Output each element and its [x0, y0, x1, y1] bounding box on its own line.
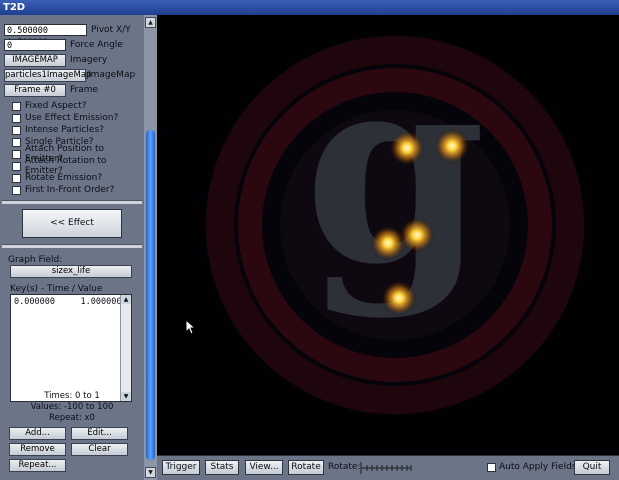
view-button[interactable]: View... — [245, 460, 283, 475]
panel-scrollbar[interactable]: ▲ ▼ — [144, 15, 157, 480]
force-angle-label: Force Angle — [70, 40, 123, 50]
checkbox[interactable] — [12, 161, 21, 171]
scroll-down-icon[interactable]: ▼ — [145, 467, 156, 478]
add-button[interactable]: Add... — [9, 427, 66, 440]
edit-button[interactable]: Edit... — [71, 427, 128, 440]
imagemap-row: particles1ImageMap ImageMap — [4, 68, 135, 82]
checkbox-first-in-front[interactable]: First In-Front Order? — [12, 184, 114, 196]
keys-label-text: Key(s) - Time / Value — [10, 284, 103, 294]
frame-label: Frame — [70, 85, 99, 95]
pivot-label: Pivot X/Y — [91, 25, 131, 35]
scroll-up-icon[interactable]: ▲ — [121, 295, 131, 304]
rotate-label: Rotate: — [328, 462, 361, 472]
imagemap-label: ImageMap — [88, 70, 136, 80]
imagery-row: IMAGEMAP Imagery — [4, 53, 107, 67]
checkbox-attach-rotation[interactable]: Attach Rotation to Emitter? — [12, 156, 144, 176]
graph-field-button[interactable]: sizex_life — [10, 265, 132, 278]
checkbox-label: First In-Front Order? — [25, 185, 115, 195]
pivot-input[interactable]: 0.500000 0.500000 — [4, 24, 87, 48]
scroll-up-icon[interactable]: ▲ — [145, 17, 156, 28]
window-title: T2D — [3, 2, 26, 13]
properties-panel: 0.500000 0.500000 Pivot X/Y 0 Force Angl… — [0, 15, 144, 480]
pivot-row: 0.500000 0.500000 Pivot X/Y — [4, 23, 131, 48]
watermark-glyph: g — [304, 17, 486, 322]
particle — [381, 280, 417, 316]
checkbox-label: Rotate Emission? — [25, 173, 103, 183]
graph-field-label-text: Graph Field: — [8, 255, 63, 265]
times-info: Times: 0 to 1 — [44, 391, 100, 401]
force-angle-input[interactable]: 0 — [4, 39, 66, 51]
checkbox-use-effect-emission[interactable]: Use Effect Emission? — [12, 112, 118, 124]
divider — [2, 200, 142, 204]
scrollbar-thumb[interactable] — [146, 130, 155, 460]
clear-button[interactable]: Clear — [71, 443, 128, 456]
quit-button[interactable]: Quit — [574, 460, 610, 475]
force-angle-row: 0 Force Angle — [4, 38, 123, 52]
keys-list[interactable]: 0.000000 1.000000 ▲ ▼ — [10, 294, 132, 402]
particle — [399, 217, 435, 253]
checkbox-intense-particles[interactable]: Intense Particles? — [12, 124, 104, 136]
imagery-button[interactable]: IMAGEMAP — [4, 53, 66, 67]
checkbox-fixed-aspect[interactable]: Fixed Aspect? — [12, 100, 87, 112]
keys-scrollbar[interactable]: ▲ ▼ — [120, 295, 131, 401]
particle — [389, 130, 425, 166]
rotate-slider[interactable] — [360, 462, 412, 474]
checkbox[interactable] — [12, 173, 21, 183]
particle-viewport[interactable]: g — [157, 15, 619, 455]
imagery-label: Imagery — [70, 55, 108, 65]
auto-apply-label: Auto Apply Fields? — [499, 462, 582, 472]
checkbox[interactable] — [12, 149, 21, 159]
frame-row: Frame #0 Frame — [4, 83, 98, 97]
checkbox-label: Intense Particles? — [25, 125, 104, 135]
frame-button[interactable]: Frame #0 — [4, 83, 66, 97]
stats-button[interactable]: Stats — [205, 460, 239, 475]
title-bar: T2D — [0, 0, 619, 15]
checkbox[interactable] — [12, 137, 21, 147]
repeat-info: Repeat: x0 — [49, 413, 95, 423]
effect-button[interactable]: << Effect — [22, 209, 122, 238]
repeat-button[interactable]: Repeat... — [9, 459, 66, 472]
viewport-canvas: g — [205, 17, 585, 415]
checkbox-label: Fixed Aspect? — [25, 101, 87, 111]
checkbox-rotate-emission[interactable]: Rotate Emission? — [12, 172, 102, 184]
mouse-cursor-icon — [185, 319, 197, 335]
checkbox[interactable] — [12, 113, 21, 123]
bottom-toolbar: Trigger Stats View... Rotate Rotate: Aut… — [157, 455, 619, 480]
logo-watermark: g — [205, 17, 585, 415]
particle — [434, 128, 470, 164]
values-info: Values: -100 to 100 — [30, 402, 114, 412]
checkbox[interactable] — [12, 125, 21, 135]
remove-button[interactable]: Remove — [9, 443, 66, 456]
list-item[interactable]: 0.000000 1.000000 — [11, 295, 131, 309]
checkbox-label: Use Effect Emission? — [25, 113, 119, 123]
auto-apply-checkbox[interactable] — [487, 463, 496, 472]
imagemap-button[interactable]: particles1ImageMap — [4, 68, 91, 82]
rotate-button[interactable]: Rotate — [288, 460, 324, 475]
checkbox[interactable] — [12, 101, 21, 111]
divider — [2, 244, 142, 248]
trigger-button[interactable]: Trigger — [162, 460, 200, 475]
checkbox[interactable] — [12, 185, 21, 195]
